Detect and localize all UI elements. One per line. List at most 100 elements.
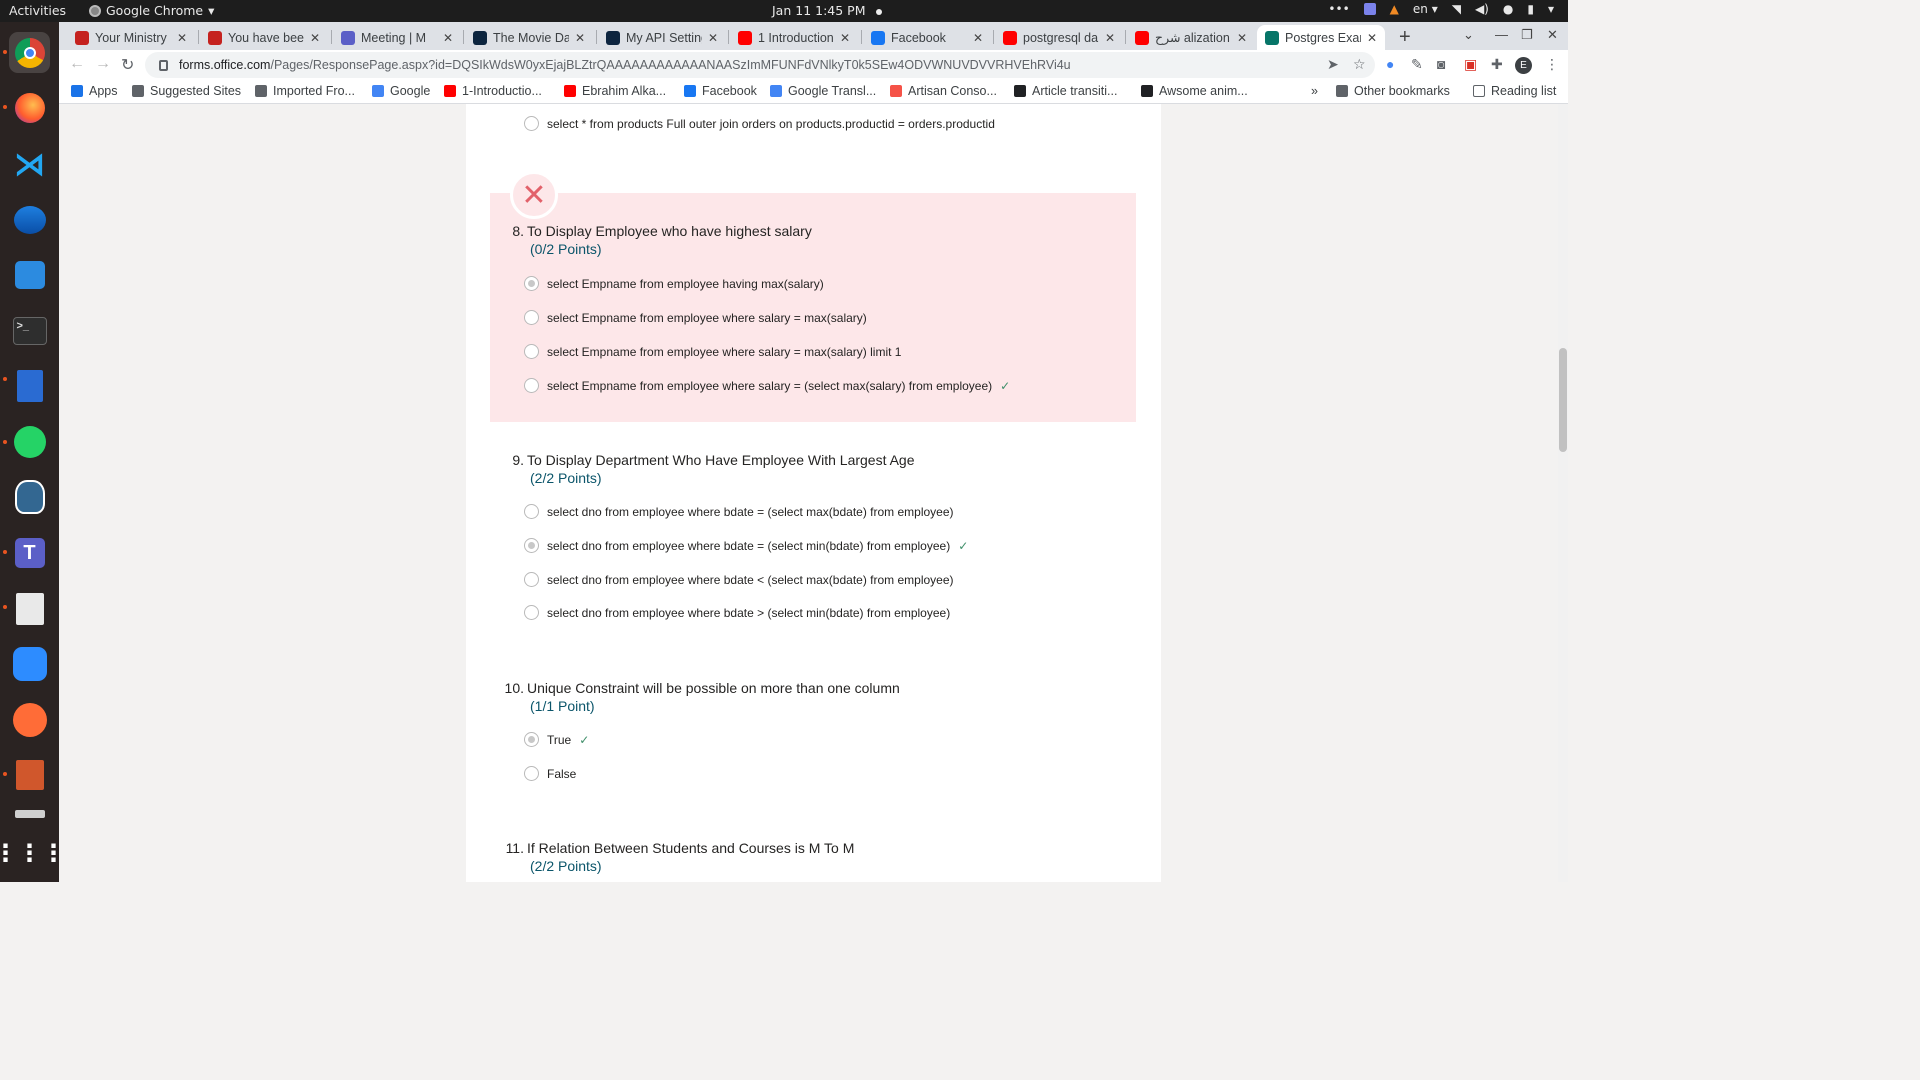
bookmark-star-icon[interactable]: ☆ (1353, 56, 1366, 73)
dock-pgadmin[interactable] (9, 476, 50, 517)
tab-close-icon[interactable]: ✕ (575, 31, 585, 45)
browser-tab[interactable]: Your Ministry ✕ (67, 25, 195, 50)
bookmarks-overflow-button[interactable]: » (1311, 84, 1318, 98)
send-tab-icon[interactable]: ➤ (1327, 56, 1339, 73)
bookmark-item[interactable]: 1-Introductio... (444, 84, 542, 98)
browser-tab[interactable]: My API Setting ✕ (598, 25, 726, 50)
eyedropper-icon[interactable]: ✎ (1411, 56, 1423, 73)
browser-tab[interactable]: Postgres Exan ✕ (1257, 25, 1385, 50)
clock[interactable]: Jan 11 1:45 PM (772, 3, 882, 18)
dock-trash[interactable] (9, 809, 50, 819)
tab-close-icon[interactable]: ✕ (708, 31, 718, 45)
radio-button-selected[interactable] (524, 276, 539, 291)
option-8a[interactable]: select Empname from employee having max(… (524, 276, 824, 291)
bookmark-item[interactable]: Google Transl... (770, 84, 876, 98)
browser-tab[interactable]: postgresql da ✕ (995, 25, 1123, 50)
radio-button[interactable] (524, 344, 539, 359)
close-window-icon[interactable]: ✕ (1547, 27, 1558, 43)
bookmark-item[interactable]: Google (372, 84, 430, 98)
option-10a[interactable]: True ✓ (524, 732, 589, 747)
page-scrollbar[interactable] (1558, 104, 1568, 882)
back-button[interactable]: ← (69, 55, 85, 73)
more-icon[interactable]: ••• (1328, 2, 1349, 16)
bookmark-item[interactable]: Imported Fro... (255, 84, 355, 98)
tab-close-icon[interactable]: ✕ (177, 31, 187, 45)
browser-tab[interactable]: 1 Introduction ✕ (730, 25, 858, 50)
option-8b[interactable]: select Empname from employee where salar… (524, 310, 867, 325)
language-indicator[interactable]: en ▾ (1413, 2, 1438, 16)
bookmark-item[interactable]: Suggested Sites (132, 84, 241, 98)
teams-tray-icon[interactable] (1363, 3, 1376, 15)
tab-close-icon[interactable]: ✕ (1237, 31, 1247, 45)
radio-button[interactable] (524, 572, 539, 587)
address-bar[interactable]: forms.office.com/Pages/ResponsePage.aspx… (145, 52, 1375, 78)
tab-close-icon[interactable]: ✕ (840, 31, 850, 45)
vlc-tray-icon[interactable]: ▲ (1390, 2, 1399, 16)
microphone-icon[interactable]: ● (1503, 2, 1513, 16)
radio-button[interactable] (524, 310, 539, 325)
radio-button[interactable] (524, 766, 539, 781)
option-8d[interactable]: select Empname from employee where salar… (524, 378, 1010, 393)
browser-tab[interactable]: Facebook ✕ (863, 25, 991, 50)
show-applications-button[interactable]: ⋮⋮⋮ (0, 833, 66, 874)
profile-avatar[interactable]: E (1515, 57, 1532, 74)
radio-button[interactable] (524, 378, 539, 393)
dock-impress[interactable] (9, 754, 50, 795)
tab-close-icon[interactable]: ✕ (310, 31, 320, 45)
screenshot-icon[interactable]: ◙ (1437, 56, 1445, 72)
restore-icon[interactable]: ❐ (1521, 27, 1533, 43)
radio-button[interactable] (524, 504, 539, 519)
reload-button[interactable]: ↻ (121, 55, 134, 75)
radio-button[interactable] (524, 605, 539, 620)
browser-tab[interactable]: You have been ✕ (200, 25, 328, 50)
bookmark-item[interactable]: Artisan Conso... (890, 84, 997, 98)
reading-list[interactable]: Reading list (1473, 84, 1556, 98)
browser-tab[interactable]: Meeting | M ✕ (333, 25, 461, 50)
option-previous-question[interactable]: select * from products Full outer join o… (524, 116, 995, 131)
tab-close-icon[interactable]: ✕ (973, 31, 983, 45)
option-9c[interactable]: select dno from employee where bdate < (… (524, 572, 954, 587)
volume-icon[interactable]: ◀) (1475, 2, 1489, 16)
tab-close-icon[interactable]: ✕ (1367, 31, 1377, 45)
extensions-puzzle-icon[interactable]: ✚ (1491, 56, 1503, 73)
battery-icon[interactable]: ▮ (1527, 2, 1534, 16)
radio-button-selected[interactable] (524, 732, 539, 747)
dock-zoom[interactable] (9, 643, 50, 684)
option-9a[interactable]: select dno from employee where bdate = (… (524, 504, 954, 519)
browser-tab[interactable]: شرح alization ✕ (1127, 25, 1255, 50)
bookmark-item[interactable]: Apps (71, 84, 118, 98)
dock-terminal[interactable]: >_ (9, 310, 50, 351)
option-9b[interactable]: select dno from employee where bdate = (… (524, 538, 968, 553)
forward-button[interactable]: → (95, 55, 111, 73)
radio-button[interactable] (524, 116, 539, 131)
extension-icon[interactable]: ● (1386, 56, 1394, 72)
dock-firefox[interactable] (9, 87, 50, 128)
minimize-icon[interactable]: — (1495, 27, 1508, 42)
bookmark-item[interactable]: Facebook (684, 84, 757, 98)
option-10b[interactable]: False (524, 766, 576, 781)
dock-chrome[interactable] (9, 32, 50, 73)
browser-menu-icon[interactable]: ⋮ (1545, 56, 1559, 73)
option-8c[interactable]: select Empname from employee where salar… (524, 344, 901, 359)
dock-writer[interactable] (9, 365, 50, 406)
other-bookmarks[interactable]: Other bookmarks (1336, 84, 1450, 98)
dock-software[interactable] (9, 254, 50, 295)
radio-button-selected[interactable] (524, 538, 539, 553)
app-menu[interactable]: Google Chrome ▾ (89, 3, 214, 18)
tab-search-icon[interactable]: ⌄ (1463, 27, 1474, 43)
power-menu-icon[interactable]: ▾ (1548, 2, 1554, 16)
bookmark-item[interactable]: Article transiti... (1014, 84, 1117, 98)
dock-thunderbird[interactable] (9, 199, 50, 240)
browser-tab[interactable]: The Movie Dat ✕ (465, 25, 593, 50)
scrollbar-thumb[interactable] (1559, 348, 1567, 452)
wifi-icon[interactable]: ◥ (1452, 2, 1461, 16)
tab-close-icon[interactable]: ✕ (1105, 31, 1115, 45)
bookmark-item[interactable]: Awsome anim... (1141, 84, 1248, 98)
dock-document-viewer[interactable] (9, 588, 50, 629)
dock-whatsapp[interactable] (9, 421, 50, 462)
dock-vscode[interactable]: ⋊ (9, 143, 50, 184)
dock-teams[interactable]: T (9, 532, 50, 573)
notification-extension-icon[interactable]: ▣ (1464, 56, 1477, 73)
dock-postman[interactable] (9, 699, 50, 740)
activities-button[interactable]: Activities (9, 3, 66, 18)
